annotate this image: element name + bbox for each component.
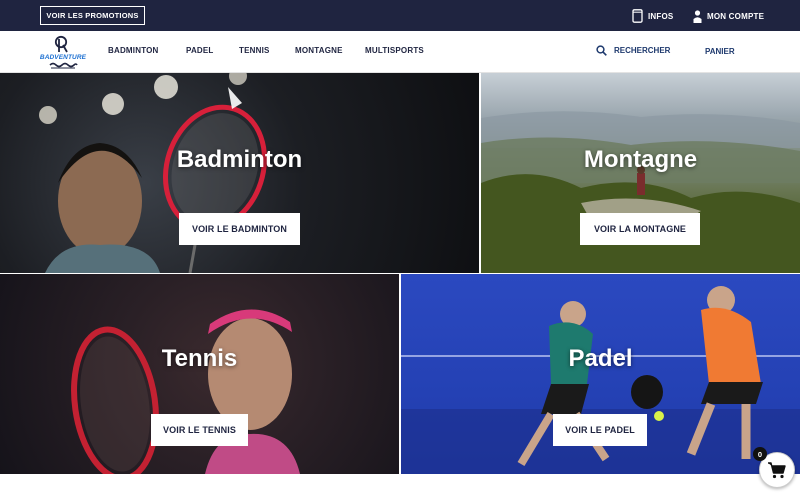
search-label: RECHERCHER [614,46,671,55]
account-link[interactable]: MON COMPTE [693,8,764,24]
tile-tennis-button[interactable]: VOIR LE TENNIS [151,414,248,446]
search-icon [596,45,607,56]
promotions-button[interactable]: VOIR LES PROMOTIONS [40,6,145,25]
nav-padel[interactable]: PADEL [186,46,214,55]
logo-text: BADVENTURE [39,54,87,61]
tile-badminton[interactable]: Badminton VOIR LE BADMINTON [0,73,479,273]
tile-tennis-title: Tennis [161,345,238,372]
infos-label: INFOS [648,11,674,21]
logo[interactable]: BADVENTURE [38,35,88,71]
search-button[interactable]: RECHERCHER [596,45,670,56]
tile-padel-button[interactable]: VOIR LE PADEL [553,414,647,446]
tile-montagne[interactable]: Montagne VOIR LA MONTAGNE [481,73,800,273]
user-icon [693,9,702,23]
top-bar: VOIR LES PROMOTIONS INFOS MON COMPTE [0,0,800,31]
account-label: MON COMPTE [707,11,765,21]
cart-count-badge: 0 [753,447,767,461]
nav-badminton[interactable]: BADMINTON [108,46,159,55]
tile-padel[interactable]: Padel VOIR LE PADEL [401,274,800,474]
tile-montagne-title: Montagne [583,146,698,173]
tile-badminton-title: Badminton [176,146,303,173]
nav-montagne[interactable]: MONTAGNE [295,46,343,55]
tile-padel-title: Padel [568,345,633,372]
nav-multisports[interactable]: MULTISPORTS [365,46,424,55]
tile-tennis[interactable]: Tennis VOIR LE TENNIS [0,274,399,474]
infos-link[interactable]: INFOS [632,8,673,24]
cart-icon [768,462,786,479]
tablet-icon [632,9,643,23]
cart-link[interactable]: PANIER [705,47,735,56]
logo-icon [49,35,78,69]
tile-badminton-button[interactable]: VOIR LE BADMINTON [179,213,300,245]
tile-montagne-button[interactable]: VOIR LA MONTAGNE [580,213,700,245]
main-nav: BADVENTURE BADMINTON PADEL TENNIS MONTAG… [0,31,800,73]
nav-tennis[interactable]: TENNIS [239,46,270,55]
